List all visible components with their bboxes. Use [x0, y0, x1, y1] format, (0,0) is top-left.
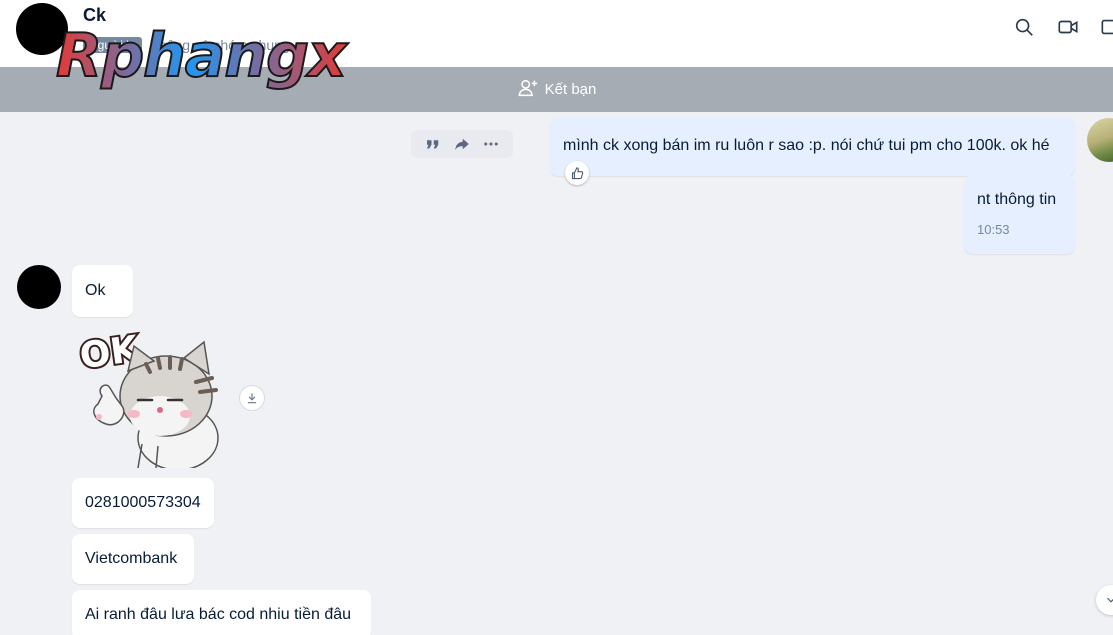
message-text: Ok	[85, 282, 106, 299]
chevron-down-icon	[1107, 597, 1113, 603]
message-list[interactable]: mình ck xong bán im ru luôn r sao :p. nó…	[0, 112, 1113, 635]
sent-message[interactable]: mình ck xong bán im ru luôn r sao :p. nó…	[550, 118, 1075, 176]
chat-window: Ck Người lạ Không có nhóm chung Kết bạn	[0, 0, 1113, 635]
contact-avatar[interactable]	[16, 3, 68, 55]
add-friend-button[interactable]: Kết bạn	[0, 67, 1113, 112]
search-icon[interactable]	[1011, 14, 1037, 40]
contact-subtitle: Người lạ Không có nhóm chung	[83, 36, 290, 54]
mutual-groups-label[interactable]: Không có nhóm chung	[150, 37, 290, 53]
stranger-badge: Người lạ	[83, 37, 142, 53]
download-icon[interactable]	[239, 385, 265, 411]
message-text: 0281000573304	[85, 494, 201, 511]
add-friend-label: Kết bạn	[544, 81, 597, 98]
my-avatar[interactable]	[1087, 118, 1113, 162]
message-text: mình ck xong bán im ru luôn r sao :p. nó…	[563, 137, 1050, 154]
message-timestamp: 10:53	[977, 222, 1010, 237]
contact-name[interactable]: Ck	[83, 5, 106, 26]
scroll-down-button[interactable]	[1096, 585, 1113, 615]
user-plus-icon	[517, 77, 539, 103]
video-call-icon[interactable]	[1055, 14, 1081, 40]
received-message[interactable]: 0281000573304	[72, 478, 214, 528]
more-icon[interactable]	[480, 133, 502, 155]
message-text: Ai ranh đâu lưa bác cod nhiu tiền đâu	[85, 606, 352, 623]
contact-avatar-small[interactable]	[17, 265, 61, 309]
message-text: nt thông tin	[977, 191, 1057, 208]
ok-cat-sticker[interactable]: OK	[76, 326, 226, 468]
thumbs-up-icon[interactable]	[565, 161, 589, 185]
quote-icon[interactable]	[422, 133, 444, 155]
chat-header: Ck Người lạ Không có nhóm chung	[0, 0, 1113, 67]
message-text: Vietcombank	[85, 550, 178, 567]
received-message[interactable]: Ok	[72, 265, 133, 317]
received-message[interactable]: Vietcombank	[72, 534, 194, 584]
sidebar-toggle-icon[interactable]	[1099, 14, 1113, 40]
header-actions	[1011, 14, 1113, 40]
received-message[interactable]: Ai ranh đâu lưa bác cod nhiu tiền đâu	[72, 590, 371, 635]
message-actions-toolbar	[411, 130, 513, 158]
sent-message[interactable]: nt thông tin 10:53	[964, 175, 1075, 254]
forward-icon[interactable]	[451, 133, 473, 155]
